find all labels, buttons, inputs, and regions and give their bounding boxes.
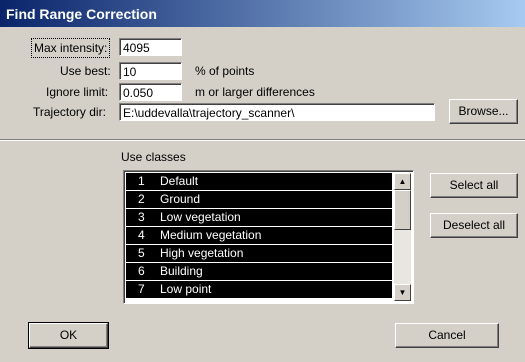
scroll-up-arrow-icon[interactable]: ▲ <box>394 173 411 190</box>
trajectory-dir-input[interactable]: E:\uddevalla\trajectory_scanner\ <box>119 103 435 121</box>
class-list-item[interactable]: 5 High vegetation <box>126 245 392 262</box>
use-classes-label: Use classes <box>121 150 186 164</box>
class-list-item[interactable]: 4 Medium vegetation <box>126 227 392 244</box>
use-best-label: Use best: <box>60 64 111 78</box>
browse-button[interactable]: Browse... <box>449 99 518 124</box>
class-name: Medium vegetation <box>160 228 262 242</box>
cancel-button[interactable]: Cancel <box>395 323 499 348</box>
class-name: Default <box>160 174 199 188</box>
max-intensity-label: Max intensity: <box>31 38 111 58</box>
window-title: Find Range Correction <box>6 6 157 22</box>
use-best-input[interactable]: 10 <box>119 62 182 80</box>
class-name: Low vegetation <box>160 210 241 224</box>
class-number: 3 <box>138 210 145 224</box>
class-list-item[interactable]: 7 Low point <box>126 281 392 298</box>
listbox-scrollbar[interactable]: ▲ ▼ <box>394 173 411 301</box>
class-number: 1 <box>138 174 145 188</box>
class-name: High vegetation <box>160 246 244 260</box>
classes-list: 1 Default 2 Ground 3 Low vegetation 4 Medium ve… <box>126 173 392 299</box>
class-list-item[interactable]: 3 Low vegetation <box>126 209 392 226</box>
dialog-window: Find Range Correction Max intensity: 409… <box>0 0 525 362</box>
ignore-limit-input[interactable]: 0.050 <box>119 83 182 101</box>
class-name: Ground <box>160 192 201 206</box>
separator <box>0 139 525 141</box>
class-name: Low point <box>160 282 212 296</box>
class-list-item[interactable]: 2 Ground <box>126 191 392 208</box>
select-all-button[interactable]: Select all <box>430 173 518 198</box>
class-number: 5 <box>138 246 145 260</box>
use-best-unit: % of points <box>195 64 255 78</box>
scroll-down-arrow-icon[interactable]: ▼ <box>394 284 411 301</box>
class-number: 6 <box>138 264 145 278</box>
scroll-thumb[interactable] <box>394 190 411 230</box>
class-number: 2 <box>138 192 145 206</box>
class-number: 7 <box>138 282 145 296</box>
max-intensity-input[interactable]: 4095 <box>119 38 182 56</box>
ignore-limit-unit: m or larger differences <box>195 85 315 99</box>
class-name: Building <box>160 264 203 278</box>
ignore-limit-label: Ignore limit: <box>46 85 109 99</box>
class-number: 4 <box>138 228 145 242</box>
trajectory-dir-label: Trajectory dir: <box>33 105 106 119</box>
deselect-all-button[interactable]: Deselect all <box>430 213 518 238</box>
ok-button[interactable]: OK <box>28 322 109 349</box>
class-list-item[interactable]: 1 Default <box>126 173 392 190</box>
classes-listbox[interactable]: 1 Default 2 Ground 3 Low vegetation 4 Medium ve… <box>123 170 414 304</box>
class-list-item[interactable]: 6 Building <box>126 263 392 280</box>
title-bar[interactable]: Find Range Correction <box>0 0 525 27</box>
